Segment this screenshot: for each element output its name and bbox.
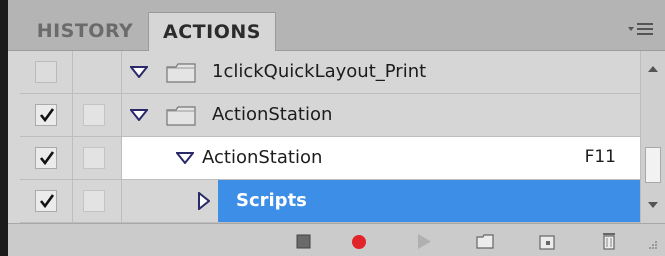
list-item[interactable]: ActionStation F11 — [20, 137, 640, 180]
panel-tab-bar: HISTORY ACTIONS — [8, 0, 665, 51]
dialog-box[interactable] — [83, 147, 105, 169]
dialog-box[interactable] — [83, 104, 105, 126]
expand-triangle-icon[interactable] — [130, 66, 148, 78]
action-set-row[interactable]: 1clickQuickLayout_Print — [122, 51, 640, 93]
vertical-scrollbar[interactable] — [640, 51, 665, 223]
dialog-toggle[interactable] — [73, 137, 122, 179]
shortcut-key: F11 — [584, 147, 616, 167]
action-row[interactable]: ActionStation F11 — [122, 137, 640, 179]
dialog-box[interactable] — [83, 190, 105, 212]
include-toggle[interactable] — [20, 180, 73, 222]
action-set-row[interactable]: ActionStation — [122, 94, 640, 136]
include-toggle[interactable] — [20, 51, 73, 93]
folder-icon — [166, 106, 196, 126]
checkbox[interactable] — [35, 190, 57, 212]
panel-menu-icon[interactable] — [626, 18, 656, 40]
checkbox[interactable] — [35, 104, 57, 126]
list-item[interactable]: ActionStation — [20, 94, 640, 137]
action-step-row[interactable]: Scripts — [122, 180, 640, 222]
dialog-toggle[interactable] — [73, 180, 122, 222]
action-label: ActionStation — [202, 147, 323, 168]
actions-list: 1clickQuickLayout_Print ActionStation Ac… — [20, 51, 640, 223]
scroll-thumb[interactable] — [645, 147, 661, 183]
dialog-toggle[interactable] — [73, 51, 122, 93]
scroll-down-icon[interactable] — [647, 201, 659, 209]
action-set-label: ActionStation — [212, 104, 333, 125]
checkmark-icon — [39, 108, 55, 123]
actions-panel: HISTORY ACTIONS 1clickQuickLayout_Print … — [8, 0, 665, 256]
collapse-triangle-icon[interactable] — [198, 192, 210, 210]
list-item[interactable]: 1clickQuickLayout_Print — [20, 51, 640, 94]
stop-icon[interactable] — [292, 230, 314, 252]
list-item[interactable]: Scripts — [20, 180, 640, 223]
expand-triangle-icon[interactable] — [130, 109, 148, 121]
include-toggle[interactable] — [20, 137, 73, 179]
folder-icon — [166, 63, 196, 83]
checkmark-icon — [39, 194, 55, 209]
scroll-up-icon[interactable] — [647, 65, 659, 73]
step-label: Scripts — [236, 190, 307, 211]
play-icon[interactable] — [413, 230, 435, 252]
action-set-label: 1clickQuickLayout_Print — [212, 61, 427, 82]
expand-triangle-icon[interactable] — [176, 152, 194, 164]
new-action-icon[interactable] — [536, 230, 558, 252]
tab-actions[interactable]: ACTIONS — [148, 12, 276, 51]
checkbox[interactable] — [35, 147, 57, 169]
trash-icon[interactable] — [598, 230, 620, 252]
include-toggle[interactable] — [20, 94, 73, 136]
dialog-toggle[interactable] — [73, 94, 122, 136]
resize-grip-icon[interactable] — [648, 240, 658, 250]
new-set-icon[interactable] — [474, 230, 496, 252]
tab-history[interactable]: HISTORY — [20, 12, 150, 50]
record-icon[interactable] — [348, 230, 370, 252]
actions-toolbar — [8, 223, 665, 256]
checkmark-icon — [39, 151, 55, 166]
checkbox[interactable] — [35, 61, 57, 83]
